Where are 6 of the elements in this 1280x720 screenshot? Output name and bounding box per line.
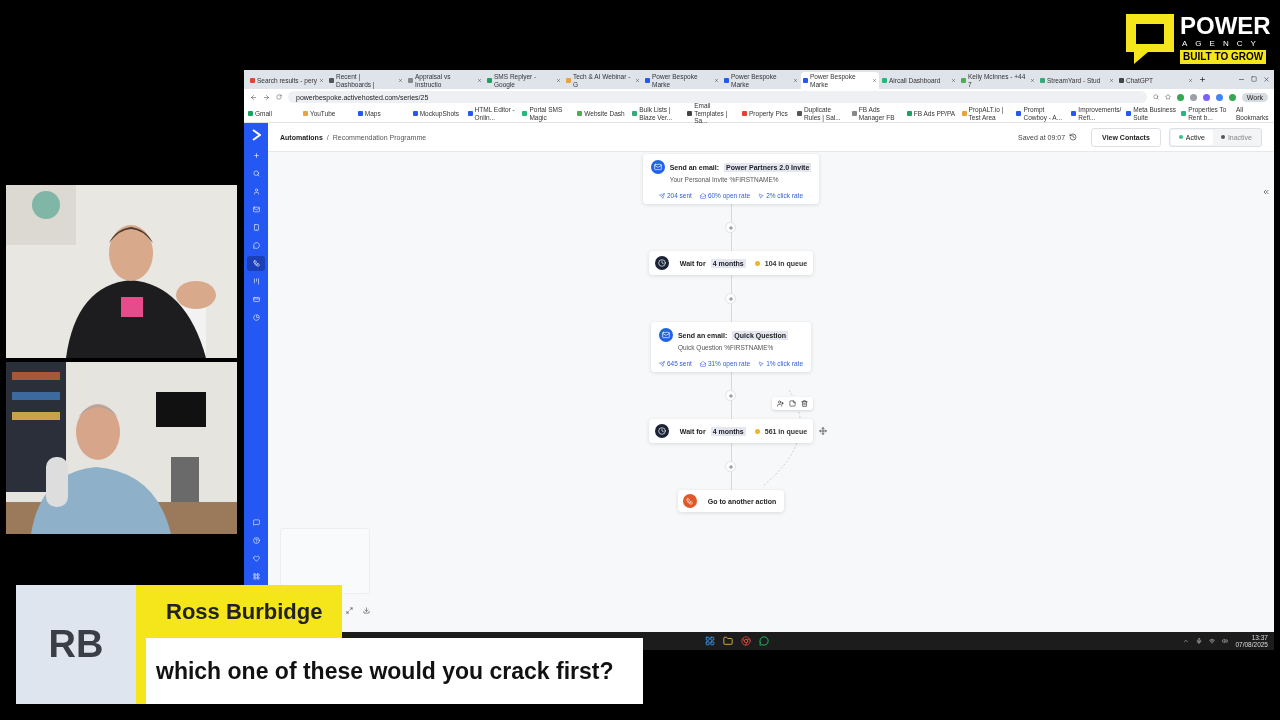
logo-wordmark: POWER — [1180, 14, 1271, 38]
logo-subtitle: AGENCY — [1182, 40, 1264, 48]
speaker-name: Ross Burbidge — [136, 585, 342, 638]
caption-text: which one of these would you crack first? — [146, 638, 643, 704]
speaker-initials: RB — [16, 585, 136, 704]
logo-tagline: BUILT TO GROW — [1180, 50, 1267, 64]
